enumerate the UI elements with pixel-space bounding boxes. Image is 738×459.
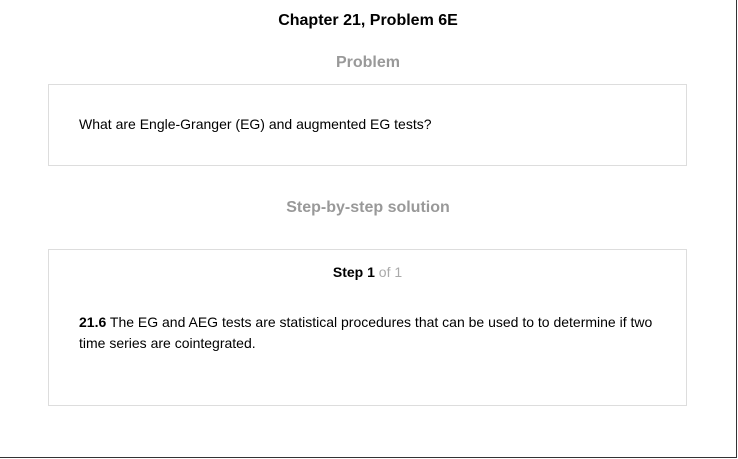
solution-body: The EG and AEG tests are statistical pro… bbox=[79, 314, 653, 351]
solution-heading: Step-by-step solution bbox=[286, 199, 450, 216]
solution-text: 21.6 The EG and AEG tests are statistica… bbox=[79, 312, 659, 354]
problem-text: What are Engle-Granger (EG) and augmente… bbox=[79, 116, 432, 132]
step-number: 1 bbox=[367, 264, 375, 280]
solution-page: Chapter 21, Problem 6E Problem What are … bbox=[0, 0, 737, 458]
solution-ref-number: 21.6 bbox=[79, 314, 107, 330]
step-total: of 1 bbox=[378, 264, 403, 280]
step-header: Step 1 of 1 bbox=[49, 264, 686, 280]
step-box: Step 1 of 1 21.6 The EG and AEG tests ar… bbox=[48, 249, 687, 406]
problem-heading: Problem bbox=[335, 54, 400, 71]
step-label: Step 1 bbox=[333, 264, 375, 280]
chapter-title: Chapter 21, Problem 6E bbox=[278, 12, 458, 29]
step-label-text: Step bbox=[332, 264, 364, 280]
problem-box: What are Engle-Granger (EG) and augmente… bbox=[48, 84, 687, 166]
